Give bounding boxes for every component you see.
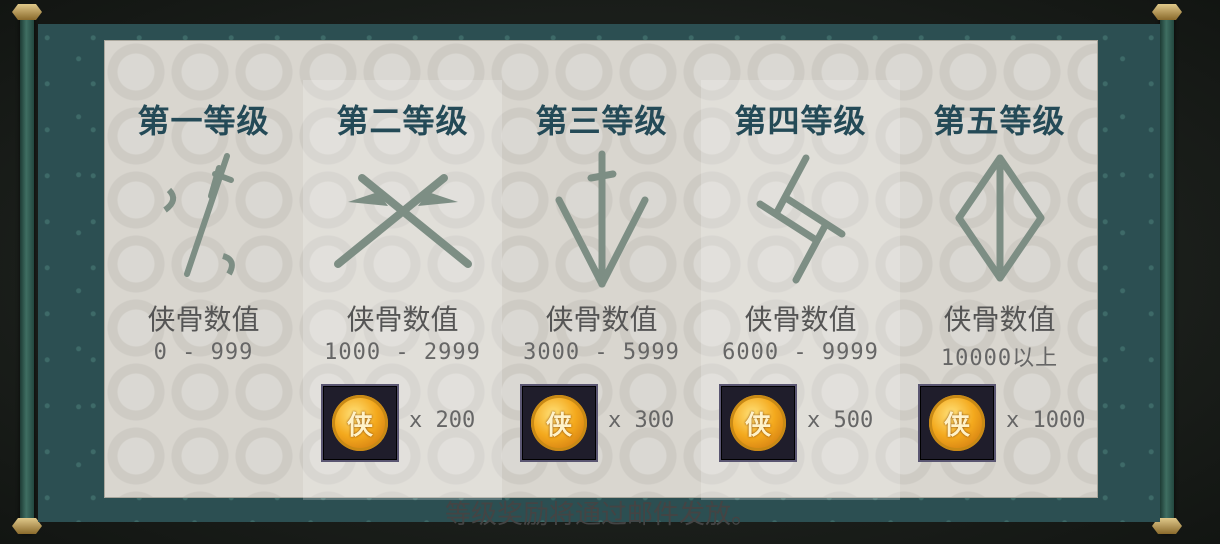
xiagu-value-label: 侠骨数值	[147, 303, 260, 336]
pinwheel-swords-emblem-icon	[756, 154, 846, 284]
tier-column-1: 第一等级 侠骨数值 0 - 999	[104, 80, 303, 500]
trident-swords-emblem-icon	[555, 150, 649, 288]
coin-xia-icon: 侠	[730, 395, 786, 451]
reward-quantity: x 300	[608, 408, 675, 433]
footer-note: 等级奖励将通过邮件发放。	[444, 500, 757, 530]
single-sword-emblem-icon	[163, 153, 235, 277]
tier-panel: 第一等级 侠骨数值 0 - 999 第二等级 侠骨数值 1000 - 2999 …	[104, 40, 1099, 530]
reward-icon-box[interactable]: 侠	[321, 384, 399, 462]
crossed-swords-emblem-icon	[334, 174, 472, 268]
xiagu-value-label: 侠骨数值	[943, 303, 1056, 336]
xiagu-range: 1000 - 2999	[324, 340, 481, 365]
window-frame: 第一等级 侠骨数值 0 - 999 第二等级 侠骨数值 1000 - 2999 …	[0, 0, 1220, 544]
scroll-rod-right	[1160, 10, 1174, 534]
rod-cap-icon	[12, 4, 42, 20]
coin-xia-icon: 侠	[332, 395, 388, 451]
coin-xia-icon: 侠	[531, 395, 587, 451]
tier-title: 第五等级	[933, 102, 1066, 140]
reward-item[interactable]: 侠 x 500	[719, 384, 899, 462]
tier-title: 第二等级	[336, 102, 469, 140]
reward-icon-box[interactable]: 侠	[520, 384, 598, 462]
scroll-rod-left	[20, 10, 34, 534]
tier-column-5: 第五等级 侠骨数值 10000以上 侠 x 1000	[900, 80, 1099, 500]
tier-column-4: 第四等级 侠骨数值 6000 - 9999 侠 x 500	[701, 80, 900, 500]
xiagu-value-label: 侠骨数值	[346, 303, 459, 336]
tier-title: 第一等级	[137, 102, 270, 140]
reward-quantity: x 1000	[1006, 408, 1086, 433]
reward-quantity: x 500	[807, 408, 874, 433]
xiagu-range: 3000 - 5999	[523, 340, 680, 365]
tier-column-3: 第三等级 侠骨数值 3000 - 5999 侠 x 300	[502, 80, 701, 500]
tier-title: 第三等级	[535, 102, 668, 140]
reward-icon-box[interactable]: 侠	[918, 384, 996, 462]
tier-title: 第四等级	[734, 102, 867, 140]
xiagu-value-label: 侠骨数值	[545, 303, 658, 336]
xiagu-range: 6000 - 9999	[722, 340, 879, 365]
xiagu-value-label: 侠骨数值	[744, 303, 857, 336]
reward-item[interactable]: 侠 x 200	[321, 384, 501, 462]
reward-item[interactable]: 侠 x 300	[520, 384, 700, 462]
coin-xia-icon: 侠	[929, 395, 985, 451]
diamond-swords-emblem-icon	[955, 154, 1045, 282]
xiagu-range: 0 - 999	[153, 340, 254, 365]
tier-column-2: 第二等级 侠骨数值 1000 - 2999 侠 x 200	[303, 80, 502, 500]
reward-item[interactable]: 侠 x 1000	[918, 384, 1098, 462]
reward-icon-box[interactable]: 侠	[719, 384, 797, 462]
reward-quantity: x 200	[409, 408, 476, 433]
rod-cap-icon	[1152, 4, 1182, 20]
xiagu-range: 10000以上	[940, 346, 1059, 371]
